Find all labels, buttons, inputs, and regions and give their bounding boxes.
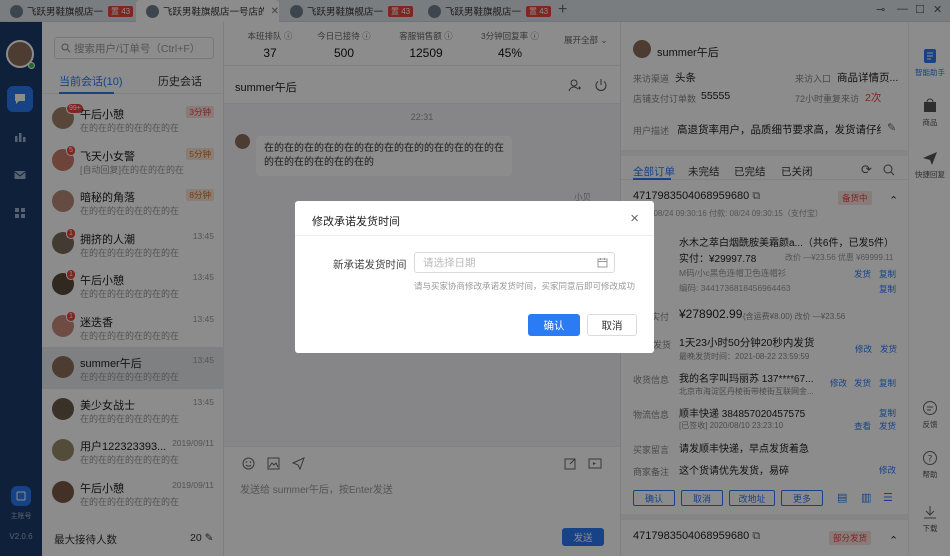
dialog-hint: 请与买家协商修改承诺发货时间，买家同意后即可修改成功 — [414, 281, 636, 291]
dialog-divider — [295, 235, 654, 236]
confirm-button[interactable]: 确认 — [528, 314, 580, 336]
edit-ship-time-dialog: 修改承诺发货时间 × 新承诺发货时间 请选择日期 请与买家协商修改承诺发货时间，… — [295, 201, 654, 353]
cancel-button[interactable]: 取消 — [587, 314, 637, 336]
ship-time-label: 新承诺发货时间 — [333, 259, 407, 271]
close-icon[interactable]: × — [630, 210, 639, 227]
dialog-title: 修改承诺发货时间 — [312, 216, 400, 228]
date-placeholder: 请选择日期 — [423, 257, 476, 269]
date-picker-input[interactable]: 请选择日期 — [414, 252, 615, 273]
calendar-icon[interactable] — [597, 257, 608, 268]
